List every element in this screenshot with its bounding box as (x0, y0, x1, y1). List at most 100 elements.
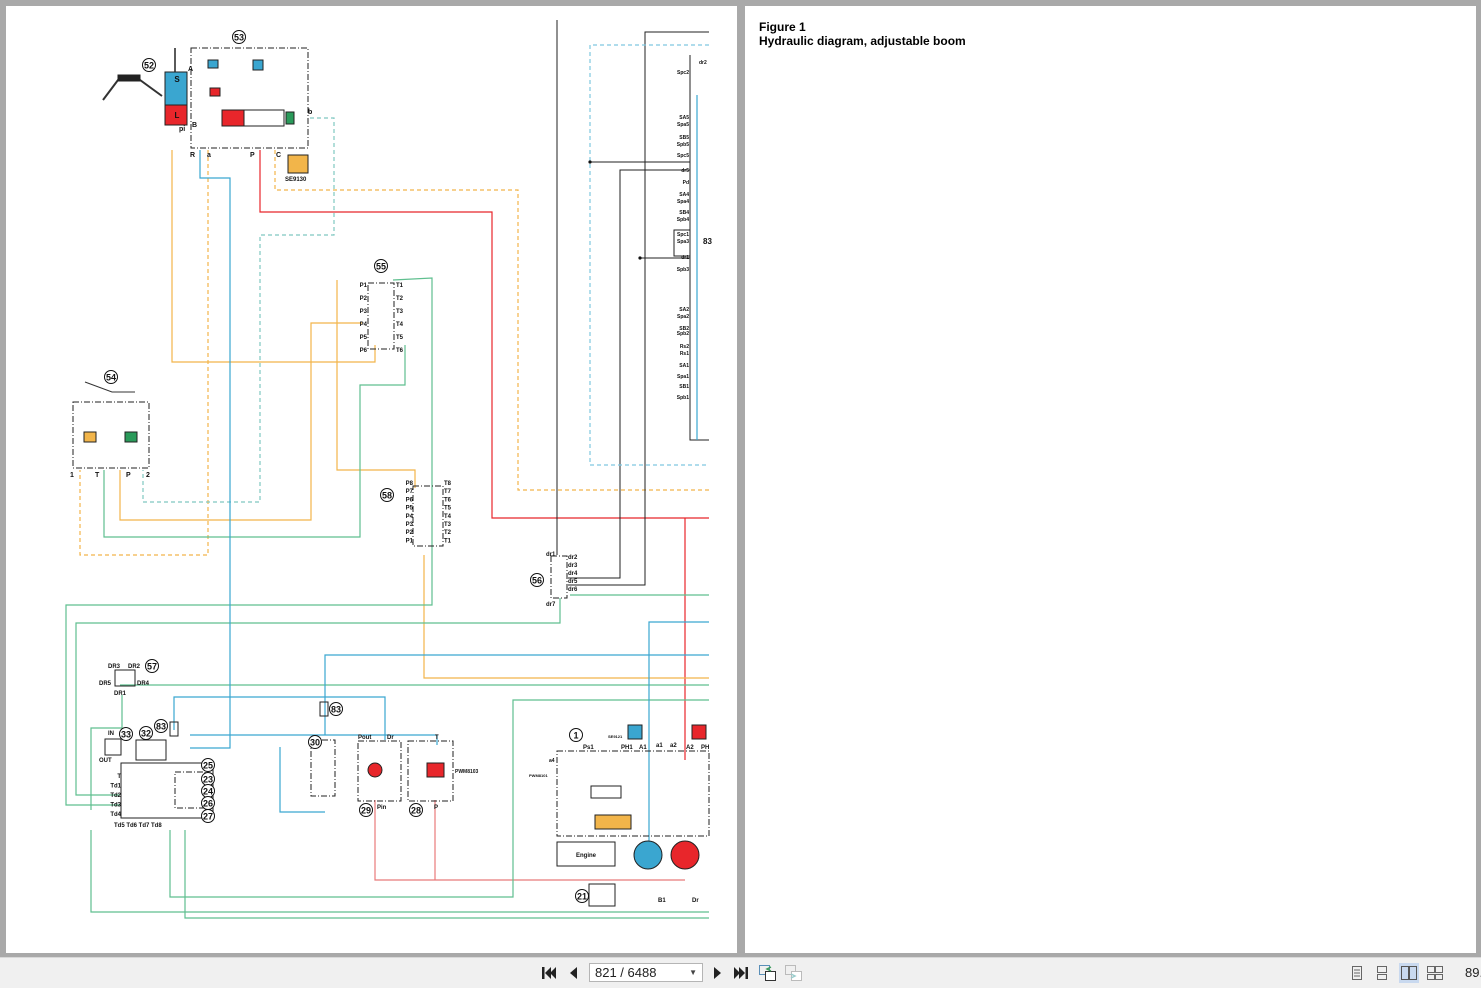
port-label: Td5 Td6 Td7 Td8 (114, 823, 162, 829)
port-label: Spc2 (677, 70, 689, 76)
proportional-valve-22 (426, 762, 445, 778)
continuous-view-button[interactable] (1372, 963, 1392, 983)
previous-page-button[interactable] (566, 964, 580, 982)
port-label: b (308, 109, 312, 116)
port-label: A2 (686, 745, 694, 751)
port-label: T4 (444, 514, 452, 520)
port-label: P5 (360, 335, 368, 341)
pump-21 (588, 883, 616, 907)
pdf-page-right: Figure 1 Hydraulic diagram, adjustable b… (745, 6, 1476, 953)
port-label: dr2 (568, 555, 578, 561)
page-number-input[interactable]: 821 / 6488 ▼ (589, 963, 703, 982)
chevron-down-icon[interactable]: ▼ (689, 964, 697, 981)
port-label: R (190, 152, 195, 159)
port-label: T2 (396, 296, 404, 302)
port-label: PH (701, 745, 709, 751)
joystick-icon (102, 79, 163, 101)
next-view-button[interactable] (785, 964, 803, 982)
first-page-button[interactable] (541, 964, 557, 982)
port-label: P (434, 805, 438, 811)
port-label: DR3 (108, 664, 121, 670)
port-label: 1 (70, 472, 74, 479)
port-label: 2 (146, 472, 150, 479)
port-label: T (95, 472, 100, 479)
previous-view-icon (759, 965, 776, 981)
port-label: P1 (406, 538, 414, 544)
port-label: Spb2 (677, 331, 689, 337)
port-label: DR1 (114, 691, 127, 697)
port-label: PWM8101 (529, 773, 548, 778)
last-page-button[interactable] (733, 964, 749, 982)
check-valve-a (207, 59, 219, 69)
control-line (568, 169, 690, 579)
callout-number: 27 (203, 812, 213, 822)
port-label: Spb5 (677, 142, 689, 148)
port-label: P6 (360, 348, 368, 354)
hydraulic-tank (120, 762, 214, 819)
port-label: PWM8103 (455, 769, 479, 775)
port-label: P1 (360, 283, 368, 289)
callout-number: 21 (577, 892, 587, 902)
port-label: T5 (444, 506, 452, 512)
port-label: Rs2 (680, 344, 689, 350)
port-label: P7 (406, 489, 414, 495)
servo-piston (594, 814, 632, 830)
pump-red (670, 840, 700, 870)
drain-block-57 (114, 669, 136, 687)
port-label: L (175, 111, 180, 120)
port-label: dr4 (568, 571, 578, 577)
port-label: P2 (406, 530, 414, 536)
callout-number: 54 (106, 373, 116, 383)
port-label: DR5 (99, 681, 112, 687)
port-label: T7 (444, 489, 452, 495)
port-label: dr2 (699, 60, 707, 66)
single-page-view-button[interactable] (1347, 963, 1367, 983)
port-label: SA5 (679, 115, 689, 121)
two-page-view-button[interactable] (1399, 963, 1419, 983)
callout-number: 30 (310, 738, 320, 748)
port-label: T2 (444, 530, 452, 536)
zoom-level[interactable]: 89. (1465, 965, 1481, 980)
callout-number: 28 (411, 806, 421, 816)
port-label: dr3 (568, 563, 578, 569)
callout-number: 57 (147, 662, 157, 672)
port-label: S (174, 75, 180, 84)
signal-line-dashed (589, 44, 709, 466)
port-label: a1 (656, 743, 663, 749)
callout-number: 56 (532, 576, 542, 586)
port-label: T6 (396, 348, 404, 354)
figure-number: Figure 1 (759, 20, 806, 34)
junction-dot (588, 160, 592, 164)
sensor-label: SE9130 (285, 177, 307, 183)
pilot-valve-left (83, 431, 97, 443)
engine-label: Engine (576, 853, 597, 859)
callout-number: 83 (331, 705, 341, 715)
next-page-icon (713, 967, 721, 979)
port-label: P (126, 472, 131, 479)
next-page-button[interactable] (710, 964, 724, 982)
first-page-icon (542, 967, 556, 979)
port-label: OUT (99, 758, 112, 764)
port-label: Spa1 (677, 374, 689, 380)
port-label: Spa4 (677, 199, 689, 205)
pump-blue (633, 840, 663, 870)
pump-block-1 (556, 750, 710, 837)
port-label: Spa5 (677, 122, 689, 128)
port-label: P5 (406, 506, 414, 512)
port-label: P2 (360, 296, 368, 302)
port-label: IN (108, 731, 114, 737)
port-label: DR2 (128, 664, 141, 670)
pilot-line (171, 150, 376, 363)
port-label: Dr (692, 898, 699, 904)
port-label: dr7 (546, 602, 556, 608)
previous-view-button[interactable] (759, 964, 777, 982)
pressure-switch (252, 59, 264, 71)
drain-line (65, 277, 433, 806)
port-label: dr6 (568, 587, 578, 593)
port-label: T1 (444, 538, 452, 544)
figure-title: Hydraulic diagram, adjustable boom (759, 34, 966, 48)
port-label: PH1 (621, 745, 633, 751)
callout-number: 53 (234, 33, 244, 43)
two-page-continuous-view-button[interactable] (1425, 963, 1445, 983)
port-label: DR4 (137, 681, 150, 687)
